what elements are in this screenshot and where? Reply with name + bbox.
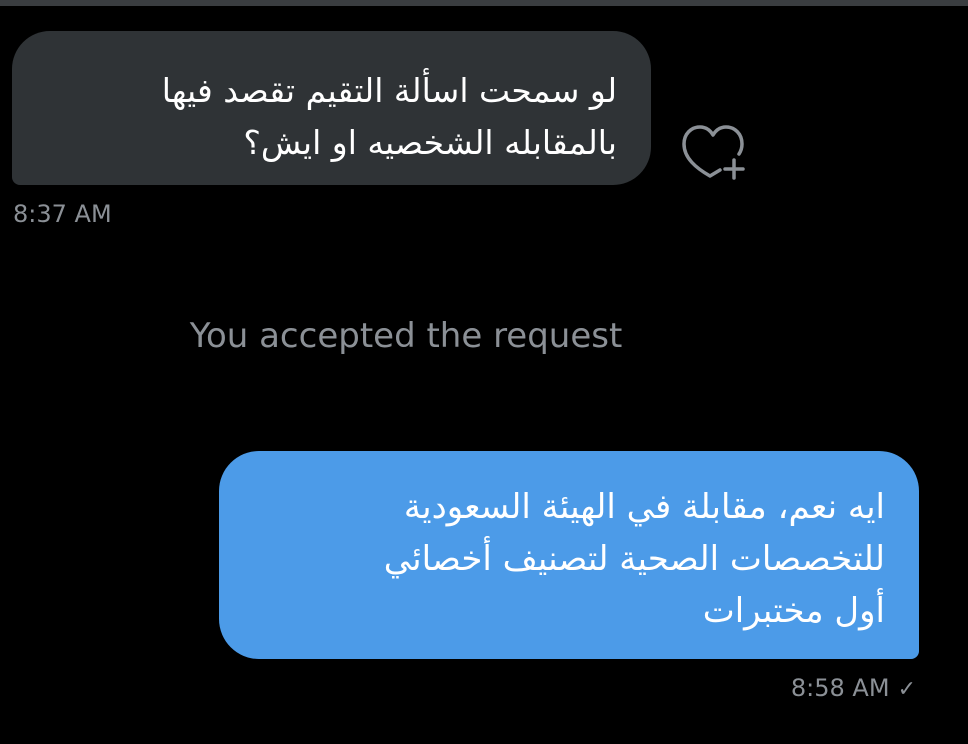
top-divider (0, 0, 968, 6)
message-timestamp: 8:37 AM (13, 200, 112, 228)
system-note: You accepted the request (189, 316, 623, 356)
message-text-line: أول مختبرات (702, 591, 885, 631)
message-timestamp-row: 8:58 AM ✓ (791, 672, 916, 706)
outgoing-message-bubble[interactable]: ايه نعم، مقابلة في الهيئة السعودية للتخص… (219, 451, 919, 659)
checkmark-icon: ✓ (897, 677, 916, 702)
message-timestamp: 8:58 AM (790, 674, 890, 702)
message-text-line: ايه نعم، مقابلة في الهيئة السعودية (403, 487, 885, 527)
message-text-line: لو سمحت اسألة التقيم تقصد فيها (161, 71, 617, 110)
incoming-message-bubble[interactable]: لو سمحت اسألة التقيم تقصد فيها بالمقابله… (12, 31, 651, 185)
message-text-line: بالمقابله الشخصيه او ايش؟ (243, 123, 617, 162)
heart-plus-icon[interactable] (678, 118, 748, 180)
message-text-line: للتخصصات الصحية لتصنيف أخصائي (383, 539, 885, 579)
